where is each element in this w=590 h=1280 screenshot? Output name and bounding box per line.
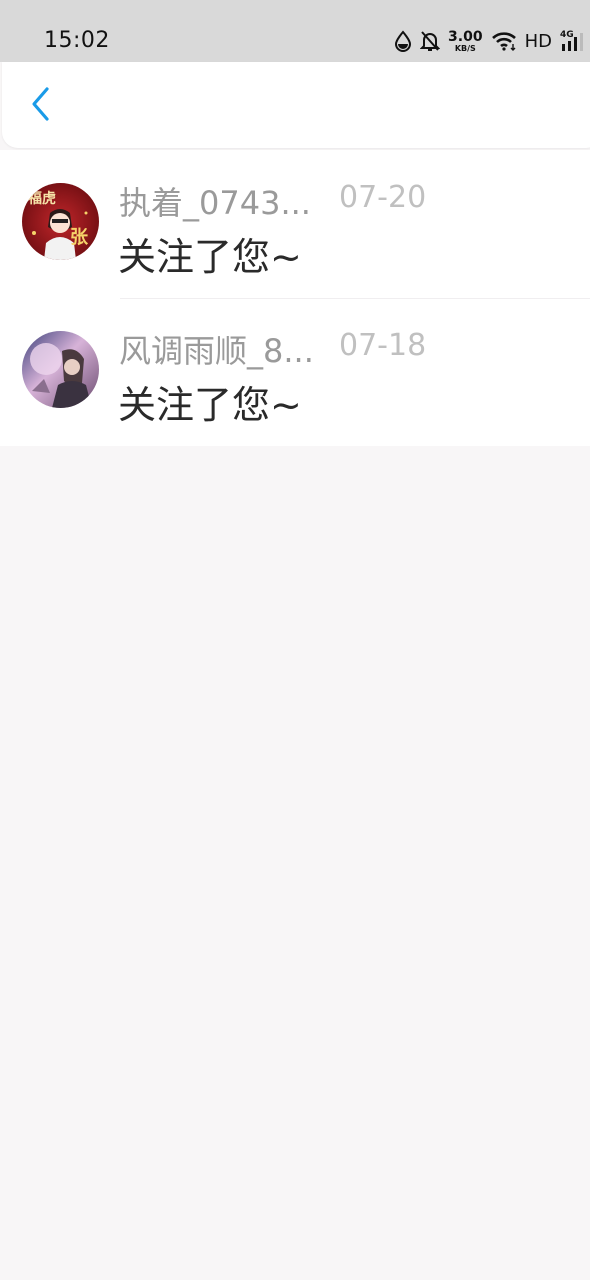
net-speed-unit: KB/S <box>454 43 476 53</box>
back-button[interactable] <box>20 86 60 126</box>
screen: 15:02 3.00 KB/S HD 4G 福虎 张 执着_0743... 07… <box>0 0 590 1280</box>
notification-list: 福虎 张 执着_0743... 07-20 关注了您~ 风调雨顺_8... 07… <box>0 150 590 446</box>
svg-text:张: 张 <box>70 227 89 248</box>
avatar[interactable]: 福虎 张 <box>22 183 99 260</box>
svg-text:福虎: 福虎 <box>27 190 56 207</box>
sender-name: 执着_0743... <box>119 184 311 222</box>
nav-bar <box>2 62 590 148</box>
chevron-left-icon <box>28 86 52 126</box>
avatar[interactable] <box>22 331 99 408</box>
status-bar: 15:02 3.00 KB/S HD 4G <box>0 0 590 62</box>
list-item[interactable]: 福虎 张 执着_0743... 07-20 关注了您~ <box>0 150 590 298</box>
notification-date: 07-20 <box>339 180 427 215</box>
data-saver-icon <box>394 30 412 52</box>
status-icons: 3.00 KB/S HD 4G <box>394 26 586 56</box>
notification-date: 07-18 <box>339 328 427 363</box>
list-item[interactable]: 风调雨顺_8... 07-18 关注了您~ <box>0 298 590 446</box>
status-time: 15:02 <box>44 28 110 53</box>
net-speed-value: 3.00 <box>448 28 483 45</box>
notification-message: 关注了您~ <box>118 235 302 279</box>
hd-label: HD <box>524 30 552 52</box>
notification-message: 关注了您~ <box>118 383 302 427</box>
mute-bell-icon <box>420 30 441 52</box>
signal-icon: 4G <box>560 30 586 52</box>
net-speed: 3.00 KB/S <box>448 30 483 53</box>
wifi-icon <box>491 31 517 51</box>
sender-name: 风调雨顺_8... <box>119 332 314 370</box>
